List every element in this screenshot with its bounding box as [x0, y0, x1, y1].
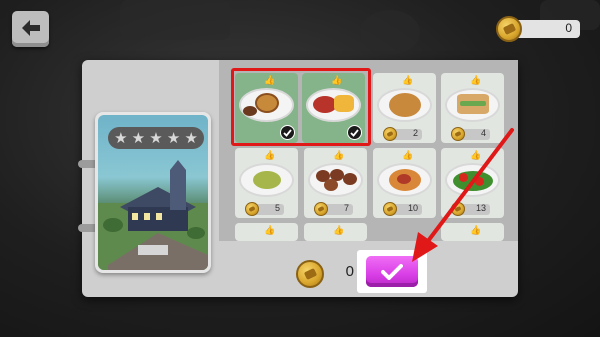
price-tag: 10: [383, 202, 422, 216]
confirm-highlight: [357, 250, 427, 293]
star-icon: ★: [166, 129, 181, 147]
recipe-tile[interactable]: 👍: [304, 223, 367, 241]
recipe-tile[interactable]: 👍: [441, 223, 504, 241]
price-tag: 7: [314, 202, 353, 216]
coin-icon: [314, 202, 328, 216]
selection-highlight: [231, 68, 371, 146]
chicken-plate-icon: [377, 88, 432, 122]
recipe-tile-meatballs[interactable]: 👍 7: [304, 148, 367, 218]
thumbs-up-icon: 👍: [333, 226, 345, 236]
checkmark-icon: [381, 263, 403, 280]
restaurant-illustration: ★ ★ ★ ★ ★: [98, 115, 208, 270]
back-button[interactable]: [12, 11, 49, 47]
confirm-button[interactable]: [366, 256, 418, 287]
thumbs-up-icon: 👍: [470, 76, 482, 86]
coin-icon: [245, 202, 259, 216]
total-cost: 0: [345, 263, 354, 280]
thumbs-up-icon: 👍: [264, 226, 276, 236]
star-rating: ★ ★ ★ ★ ★: [108, 127, 204, 149]
recipe-tile-tomato-salad[interactable]: 👍 13: [441, 148, 504, 218]
thumbs-up-icon: 👍: [402, 76, 414, 86]
star-icon: ★: [114, 129, 128, 147]
salad-plate-icon: [239, 163, 294, 197]
price-tag: 4: [451, 127, 490, 141]
coin-icon: [383, 202, 397, 216]
coin-icon: [383, 127, 397, 141]
thumbs-up-icon: 👍: [470, 151, 482, 161]
star-icon: ★: [149, 129, 163, 147]
recipe-tile-sandwich[interactable]: 👍 4: [441, 73, 504, 143]
recipe-tile-pasta[interactable]: 👍 10: [373, 148, 436, 218]
arrow-left-icon: [21, 19, 40, 36]
price-tag: 2: [383, 127, 422, 141]
restaurant-card: ★ ★ ★ ★ ★: [95, 112, 211, 273]
meatballs-plate-icon: [308, 163, 363, 197]
coin-icon: [451, 127, 465, 141]
price-tag: 13: [451, 202, 490, 216]
coin-count: 0: [565, 21, 572, 35]
recipe-tile-salad[interactable]: 👍 5: [235, 148, 298, 218]
pasta-plate-icon: [377, 163, 432, 197]
star-icon: ★: [184, 129, 198, 147]
thumbs-up-icon: 👍: [264, 151, 276, 161]
coin-icon: [296, 260, 324, 288]
thumbs-up-icon: 👍: [402, 151, 414, 161]
sandwich-plate-icon: [445, 88, 500, 122]
recipe-tile-chicken[interactable]: 👍 2: [373, 73, 436, 143]
coin-icon: [451, 202, 465, 216]
price-tag: 5: [245, 202, 284, 216]
coin-counter: 0: [496, 16, 580, 42]
thumbs-up-icon: 👍: [470, 226, 482, 236]
recipe-tile[interactable]: 👍: [235, 223, 298, 241]
coin-icon: [496, 16, 522, 42]
star-icon: ★: [131, 129, 146, 147]
thumbs-up-icon: 👍: [333, 151, 345, 161]
tomato-salad-plate-icon: [445, 163, 500, 197]
